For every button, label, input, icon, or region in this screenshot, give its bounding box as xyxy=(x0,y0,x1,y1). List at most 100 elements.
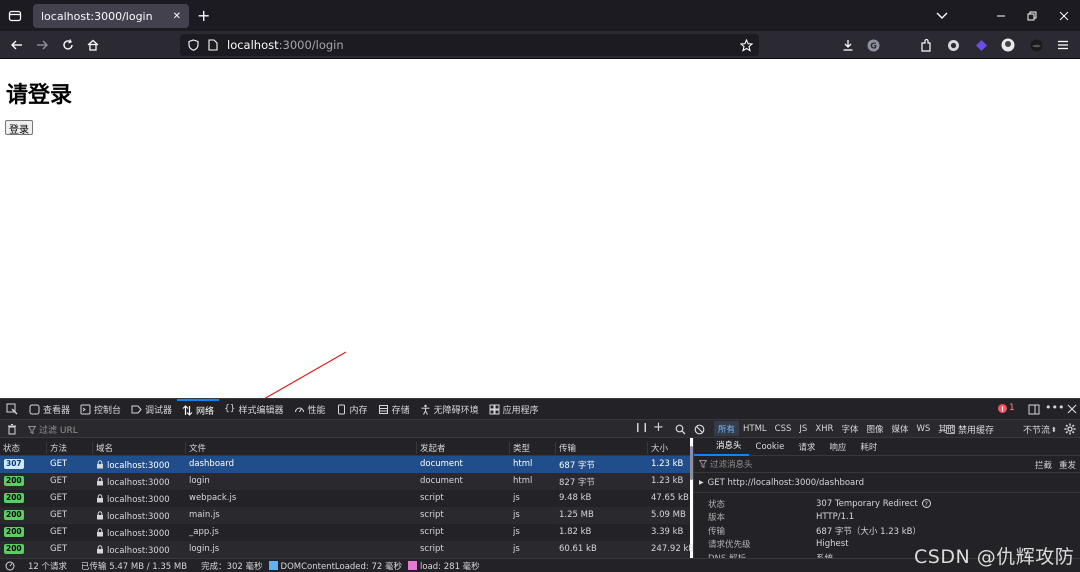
url-filter-input[interactable]: 过滤 URL xyxy=(28,423,78,436)
checkbox-box[interactable] xyxy=(946,425,955,434)
table-row[interactable]: 200 GET localhost:3000 login document html 827… xyxy=(0,473,690,490)
tab-performance[interactable]: 性能 xyxy=(289,399,331,420)
cell-initiator: document xyxy=(420,459,463,469)
tab-application[interactable]: 应用程序 xyxy=(484,399,544,420)
throttling-select[interactable]: 不节流 ⬍ xyxy=(1023,423,1057,437)
dark-extension-icon[interactable] xyxy=(1028,37,1044,53)
block-request-button[interactable]: 拦截 xyxy=(1035,459,1052,471)
purple-extension-icon[interactable] xyxy=(973,37,989,53)
clear-requests-icon[interactable] xyxy=(4,421,20,437)
tab-overview-icon[interactable] xyxy=(7,8,23,24)
resend-button[interactable]: 重发 xyxy=(1059,459,1076,471)
help-icon[interactable]: ? xyxy=(921,499,931,509)
close-devtools-icon[interactable] xyxy=(1064,401,1080,417)
column-status[interactable]: 状态 xyxy=(0,442,20,454)
settings-gear-icon[interactable] xyxy=(1062,421,1078,437)
tab-title: localhost:3000/login xyxy=(41,9,153,23)
tab-timings[interactable]: 耗时 xyxy=(853,441,884,453)
shield-icon[interactable] xyxy=(185,37,201,53)
filter-images[interactable]: 图像 xyxy=(862,421,887,436)
minimize-icon[interactable] xyxy=(993,8,1009,24)
disable-cache-checkbox[interactable]: 禁用缓存 xyxy=(946,423,994,436)
table-row[interactable]: 200 GET localhost:3000 main.js script js 1.25 … xyxy=(0,507,690,524)
record-extension-icon[interactable] xyxy=(945,37,961,53)
bookmark-star-icon[interactable] xyxy=(738,37,754,53)
cell-transferred-text: 687 字节 xyxy=(559,461,595,471)
element-picker-icon[interactable] xyxy=(0,399,24,420)
tab-storage[interactable]: 存储 xyxy=(373,399,415,420)
tab-cookie[interactable]: Cookie xyxy=(749,442,792,452)
add-request-icon[interactable]: + xyxy=(653,420,664,435)
cell-status: 200 xyxy=(4,510,24,520)
debugger-icon xyxy=(131,405,142,413)
cell-file: main.js xyxy=(189,510,220,520)
column-type[interactable]: 类型 xyxy=(509,442,530,454)
tab-headers[interactable]: 消息头 xyxy=(694,438,749,456)
cell-file-text: main.js xyxy=(189,510,220,520)
avatar-extension-icon[interactable] xyxy=(1000,37,1016,53)
filter-html[interactable]: HTML xyxy=(739,421,771,436)
dock-side-icon[interactable] xyxy=(1026,401,1042,417)
cell-transferred: 60.61 kB xyxy=(559,544,597,554)
svg-text:G: G xyxy=(870,41,877,50)
tab-accessibility[interactable]: 无障碍环境 xyxy=(415,399,484,420)
table-row[interactable]: 307 GET localhost:3000 dashboard document htm… xyxy=(0,456,690,473)
extension-g-icon[interactable]: G xyxy=(865,37,881,53)
cell-method-text: GET xyxy=(50,476,68,486)
close-window-icon[interactable] xyxy=(1056,8,1072,24)
request-line[interactable]: ▶ GET http://localhost:3000/dashboard xyxy=(694,473,1080,493)
table-row[interactable]: 200 GET localhost:3000 _app.js script js 1.82 … xyxy=(0,524,690,541)
tab-style-editor[interactable]: {} 样式编辑器 xyxy=(219,399,288,420)
downloads-icon[interactable] xyxy=(840,37,856,53)
filter-js[interactable]: JS xyxy=(795,421,811,436)
tab-network[interactable]: 网络 xyxy=(177,398,220,420)
forward-icon[interactable] xyxy=(34,37,50,53)
filter-css[interactable]: CSS xyxy=(771,421,796,436)
new-tab-button[interactable]: + xyxy=(197,6,210,25)
home-icon[interactable] xyxy=(85,37,101,53)
column-method[interactable]: 方法 xyxy=(46,442,67,454)
tab-console[interactable]: 控制台 xyxy=(75,399,126,420)
table-row[interactable]: 200 GET localhost:3000 login.js script js 60.6… xyxy=(0,541,694,558)
filter-xhr[interactable]: XHR xyxy=(811,421,837,436)
back-icon[interactable] xyxy=(9,37,25,53)
style-editor-icon: {} xyxy=(224,404,236,414)
column-transferred[interactable]: 传输 xyxy=(555,442,576,454)
active-tab[interactable]: localhost:3000/login ✕ xyxy=(33,4,189,28)
url-bar[interactable]: localhost:3000/login xyxy=(180,34,759,56)
detail-row: 版本 HTTP/1.1 xyxy=(694,511,1080,525)
tab-response[interactable]: 响应 xyxy=(822,441,853,453)
cell-size-text: 5.09 MB xyxy=(651,510,686,520)
cell-type-text: html xyxy=(513,459,533,469)
reload-icon[interactable] xyxy=(60,37,76,53)
tab-memory[interactable]: 内存 xyxy=(331,399,373,420)
page-icon[interactable] xyxy=(205,37,221,53)
tab-request[interactable]: 请求 xyxy=(791,441,822,453)
column-size[interactable]: 大小 xyxy=(647,442,668,454)
search-icon[interactable] xyxy=(672,421,688,437)
list-all-tabs-icon[interactable] xyxy=(934,8,950,24)
column-initiator[interactable]: 发起者 xyxy=(416,442,446,454)
column-file[interactable]: 文件 xyxy=(185,442,206,454)
more-options-icon[interactable]: ••• xyxy=(1045,401,1064,414)
filter-all[interactable]: 所有 xyxy=(714,421,740,436)
pause-icon[interactable]: ❙❙ xyxy=(634,423,649,433)
filter-fonts[interactable]: 字体 xyxy=(837,421,862,436)
table-row[interactable]: 200 GET localhost:3000 webpack.js script js 9.… xyxy=(0,490,690,507)
headers-filter-input[interactable]: 过滤消息头 拦截 重发 xyxy=(694,456,1080,473)
extensions-puzzle-icon[interactable] xyxy=(918,37,934,53)
login-button[interactable]: 登录 xyxy=(5,120,33,136)
expand-arrow-icon[interactable]: ▶ xyxy=(699,479,704,486)
error-badge[interactable]: ! 1 xyxy=(998,403,1015,413)
close-tab-icon[interactable]: ✕ xyxy=(173,11,181,22)
filter-media[interactable]: 媒体 xyxy=(887,421,912,436)
restore-icon[interactable] xyxy=(1024,8,1040,24)
column-domain[interactable]: 域名 xyxy=(92,442,113,454)
block-icon[interactable] xyxy=(691,421,707,437)
performance-analysis-icon[interactable] xyxy=(4,558,16,572)
app-menu-icon[interactable] xyxy=(1055,37,1071,53)
details-tabs: 消息头 Cookie 请求 响应 耗时 xyxy=(694,438,1080,456)
tab-inspector[interactable]: 查看器 xyxy=(24,399,75,420)
filter-ws[interactable]: WS xyxy=(912,421,934,436)
tab-debugger[interactable]: 调试器 xyxy=(126,399,177,420)
